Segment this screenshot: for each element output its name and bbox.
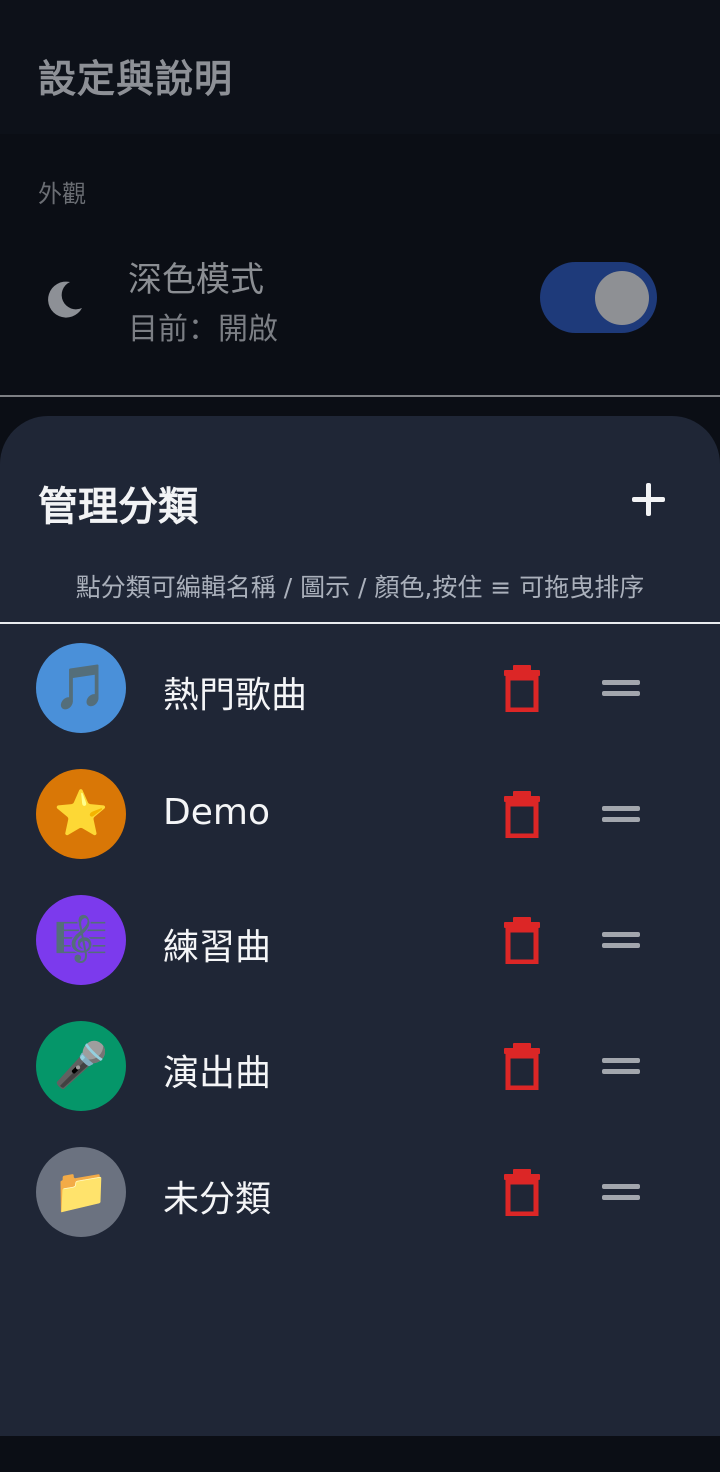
trash-icon: [500, 791, 544, 842]
drag-line: [602, 691, 640, 696]
drag-line: [602, 680, 640, 685]
drag-line: [602, 1195, 640, 1200]
drag-line: [602, 817, 640, 822]
delete-category-button[interactable]: [500, 916, 544, 965]
drag-handle-icon[interactable]: [600, 673, 642, 703]
drag-handle-icon[interactable]: [600, 799, 642, 829]
category-icon[interactable]: 📁: [36, 1147, 126, 1237]
trash-icon: [500, 917, 544, 968]
category-row[interactable]: 🎼 練習曲: [0, 878, 720, 1004]
category-name[interactable]: Demo: [163, 792, 270, 833]
sheet-title: 管理分類: [38, 484, 198, 530]
toggle-knob: [595, 271, 649, 325]
add-category-button[interactable]: [620, 472, 676, 528]
page-title: 設定與說明: [38, 57, 234, 101]
category-row[interactable]: 📁 未分類: [0, 1130, 720, 1256]
category-icon[interactable]: 🎤: [36, 1021, 126, 1111]
category-icon[interactable]: 🎵: [36, 643, 126, 733]
category-row[interactable]: 🎵 熱門歌曲: [0, 626, 720, 752]
category-icon[interactable]: ⭐: [36, 769, 126, 859]
system-nav-bar: [0, 1436, 720, 1472]
drag-line: [602, 1184, 640, 1189]
category-name[interactable]: 演出曲: [163, 1044, 271, 1096]
manage-categories-sheet: 管理分類 點分類可編輯名稱 / 圖示 / 顏色,按住 ≡ 可拖曳排序 🎵 熱門歌曲…: [0, 416, 720, 1436]
drag-handle-icon[interactable]: [600, 1177, 642, 1207]
trash-icon: [500, 1169, 544, 1220]
trash-icon: [500, 1043, 544, 1094]
divider: [0, 395, 720, 397]
drag-handle-icon[interactable]: [600, 925, 642, 955]
dark-mode-status: 目前：開啟: [128, 312, 278, 347]
settings-header: 設定與說明: [0, 0, 720, 134]
page: 設定與說明 外觀 深色模式 目前：開啟 管理分類 點分類可編輯名稱 / 圖示 /…: [0, 0, 720, 1472]
sheet-divider: [0, 622, 720, 624]
category-icon[interactable]: 🎼: [36, 895, 126, 985]
category-row[interactable]: ⭐ Demo: [0, 752, 720, 878]
dark-mode-toggle[interactable]: [540, 262, 657, 333]
delete-category-button[interactable]: [500, 1168, 544, 1217]
category-list: 🎵 熱門歌曲 ⭐ Demo 🎼 練習曲 🎤 演出曲 📁 未分類: [0, 626, 720, 1256]
delete-category-button[interactable]: [500, 1042, 544, 1091]
drag-line: [602, 943, 640, 948]
category-name[interactable]: 熱門歌曲: [163, 666, 307, 718]
drag-handle-icon[interactable]: [600, 1051, 642, 1081]
delete-category-button[interactable]: [500, 790, 544, 839]
drag-line: [602, 1058, 640, 1063]
category-row[interactable]: 🎤 演出曲: [0, 1004, 720, 1130]
section-label-appearance: 外觀: [38, 180, 86, 208]
drag-line: [602, 932, 640, 937]
moon-icon: [48, 281, 82, 318]
drag-line: [602, 806, 640, 811]
delete-category-button[interactable]: [500, 664, 544, 713]
category-name[interactable]: 未分類: [163, 1170, 271, 1222]
drag-line: [602, 1069, 640, 1074]
category-name[interactable]: 練習曲: [163, 918, 271, 970]
sheet-hint: 點分類可編輯名稱 / 圖示 / 顏色,按住 ≡ 可拖曳排序: [75, 573, 645, 602]
dark-mode-label: 深色模式: [128, 260, 264, 300]
trash-icon: [500, 665, 544, 716]
